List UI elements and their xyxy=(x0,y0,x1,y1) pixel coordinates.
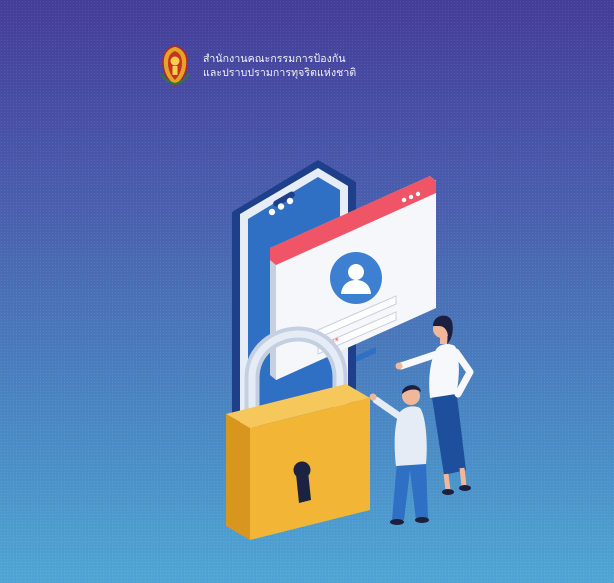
cover-page: สำนักงานคณะกรรมการป้องกัน และปราบปรามการ… xyxy=(0,0,614,583)
user-avatar-icon xyxy=(330,252,382,304)
boy-figure xyxy=(369,385,429,525)
security-illustration: ***** xyxy=(226,160,474,540)
